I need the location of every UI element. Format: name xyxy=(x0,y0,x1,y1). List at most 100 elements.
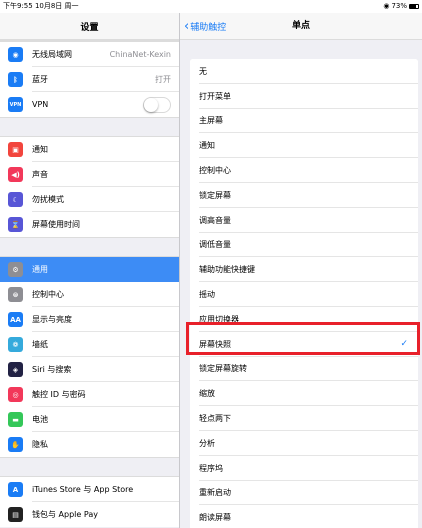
app-store-icon: A xyxy=(8,482,23,497)
action-option[interactable]: 调低音量 xyxy=(190,232,418,258)
sidebar-item-label: 屏幕使用时间 xyxy=(32,220,80,229)
sidebar-item[interactable]: ◀) 声音 xyxy=(0,162,179,187)
action-option[interactable]: 重新启动 xyxy=(190,480,418,506)
settings-title: 设置 xyxy=(0,13,179,40)
action-option-label: 控制中心 xyxy=(199,166,231,176)
back-button[interactable]: ‹ 辅助触控 xyxy=(184,13,226,40)
sidebar-item[interactable]: ◉ 无线局域网 ChinaNet-Kexin xyxy=(0,42,179,67)
battery-percent: 73% xyxy=(391,2,407,10)
sidebar-item[interactable]: ✋ 隐私 xyxy=(0,432,179,457)
sidebar-item[interactable]: AiTunes Store 与 App Store xyxy=(0,477,179,502)
sidebar-item-label: 隐私 xyxy=(32,440,48,449)
sidebar-item[interactable]: ◎ 触控 ID 与密码 xyxy=(0,382,179,407)
action-option[interactable]: 分析 xyxy=(190,430,418,456)
action-option[interactable]: 调高音量 xyxy=(190,207,418,233)
action-option-label: 应用切换器 xyxy=(199,314,239,324)
action-option-label: 轻点两下 xyxy=(199,414,231,424)
group-gap xyxy=(0,457,179,477)
sidebar-item-label: 声音 xyxy=(32,170,48,179)
action-option[interactable]: 轻点两下 xyxy=(190,406,418,431)
privacy-icon: ✋ xyxy=(8,437,23,452)
action-option[interactable]: 摇动 xyxy=(190,282,418,307)
action-list: 无打开菜单主屏幕通知控制中心锁定屏幕调高音量调低音量辅助功能快捷键摇动应用切换器… xyxy=(190,59,418,528)
settings-group: ⚙ 通用 ⊜ 控制中心 AA 显示与亮度 ❁ 墙纸 ◈ Siri 与搜索 ◎ 触控 ID 与密码 ▬ 电池… xyxy=(0,257,179,457)
sidebar-item-label: iTunes Store 与 App Store xyxy=(32,485,134,494)
wifi-status-icon: ◉ xyxy=(383,2,390,10)
action-option[interactable]: 屏幕快照 ✓ xyxy=(190,331,418,357)
action-option[interactable]: 无 xyxy=(190,59,418,84)
general-icon: ⚙ xyxy=(8,262,23,277)
action-option-label: 朗读屏幕 xyxy=(199,513,231,523)
settings-sidebar: 设置 ◉ 无线局域网 ChinaNet-Kexin ᛒ 蓝牙 打开 VPN VPN ▣ 通知 ◀) 声… xyxy=(0,13,179,528)
sidebar-item[interactable]: ☾ 勿扰模式 xyxy=(0,187,179,212)
sidebar-item-value: 打开 xyxy=(155,75,171,84)
action-option-label: 缩放 xyxy=(199,389,215,399)
sidebar-item-label: 触控 ID 与密码 xyxy=(32,390,86,399)
action-option[interactable]: 打开菜单 xyxy=(190,83,418,109)
group-gap xyxy=(0,237,179,257)
action-option[interactable]: 辅助功能快捷键 xyxy=(190,257,418,283)
status-right: ◉ 73% xyxy=(383,0,419,13)
wallet-icon: ▤ xyxy=(8,507,23,522)
sidebar-item[interactable]: AA 显示与亮度 xyxy=(0,307,179,332)
nav-bar: ‹ 辅助触控 单点 xyxy=(180,13,422,40)
group-gap xyxy=(0,117,179,137)
action-option[interactable]: 锁定屏幕旋转 xyxy=(190,356,418,382)
action-option-label: 程序坞 xyxy=(199,463,223,473)
action-option-label: 辅助功能快捷键 xyxy=(199,265,255,275)
touch-id-icon: ◎ xyxy=(8,387,23,402)
sidebar-item-label: VPN xyxy=(32,100,49,109)
action-option-label: 屏幕快照 xyxy=(199,339,231,349)
notifications-icon: ▣ xyxy=(8,142,23,157)
action-option[interactable]: 程序坞 xyxy=(190,455,418,481)
sidebar-item-label: 无线局域网 xyxy=(32,50,72,59)
status-bar: 下午9:55 10月8日 周一 ◉ 73% xyxy=(0,0,422,13)
action-option-label: 分析 xyxy=(199,438,215,448)
settings-group: ◉ 无线局域网 ChinaNet-Kexin ᛒ 蓝牙 打开 VPN VPN xyxy=(0,42,179,117)
vpn-toggle[interactable] xyxy=(143,96,171,113)
sidebar-item-label: 电池 xyxy=(32,415,48,424)
sidebar-item[interactable]: ▤ 钱包与 Apple Pay xyxy=(0,502,179,527)
sidebar-item[interactable]: VPN VPN xyxy=(0,92,179,117)
wallpaper-icon: ❁ xyxy=(8,337,23,352)
do-not-disturb-icon: ☾ xyxy=(8,192,23,207)
action-option-label: 调高音量 xyxy=(199,215,231,225)
siri-icon: ◈ xyxy=(8,362,23,377)
sidebar-item[interactable]: ▣ 通知 xyxy=(0,137,179,162)
chevron-left-icon: ‹ xyxy=(184,19,190,34)
action-option-label: 主屏幕 xyxy=(199,116,223,126)
settings-group: ▣ 通知 ◀) 声音 ☾ 勿扰模式 ⌛ 屏幕使用时间 xyxy=(0,137,179,237)
sidebar-item-label: 通知 xyxy=(32,145,48,154)
action-option[interactable]: 朗读屏幕 xyxy=(190,505,418,528)
sidebar-item[interactable]: ᛒ 蓝牙 打开 xyxy=(0,67,179,92)
sidebar-item[interactable]: ▬ 电池 xyxy=(0,407,179,432)
battery-icon: ▬ xyxy=(8,412,23,427)
settings-list: ◉ 无线局域网 ChinaNet-Kexin ᛒ 蓝牙 打开 VPN VPN ▣ 通知 ◀) 声音 ☾ 勿… xyxy=(0,40,179,527)
action-option-label: 通知 xyxy=(199,141,215,151)
action-option[interactable]: 应用切换器 xyxy=(190,306,418,332)
action-option-label: 无 xyxy=(199,66,207,76)
screen-time-icon: ⌛ xyxy=(8,217,23,232)
sidebar-item[interactable]: ◈ Siri 与搜索 xyxy=(0,357,179,382)
sidebar-item[interactable]: ⚙ 通用 xyxy=(0,257,179,282)
sidebar-item-label: 蓝牙 xyxy=(32,75,48,84)
action-option-label: 打开菜单 xyxy=(199,91,231,101)
sidebar-item-label: Siri 与搜索 xyxy=(32,365,72,374)
action-option[interactable]: 锁定屏幕 xyxy=(190,182,418,208)
sidebar-item-label: 通用 xyxy=(32,265,48,274)
action-option-label: 调低音量 xyxy=(199,240,231,250)
sidebar-item[interactable]: ❁ 墙纸 xyxy=(0,332,179,357)
action-option[interactable]: 控制中心 xyxy=(190,158,418,183)
sidebar-item-label: 显示与亮度 xyxy=(32,315,72,324)
sidebar-item-label: 勿扰模式 xyxy=(32,195,64,204)
sidebar-item[interactable]: ⊜ 控制中心 xyxy=(0,282,179,307)
sidebar-item-value: ChinaNet-Kexin xyxy=(109,50,171,59)
action-option[interactable]: 通知 xyxy=(190,133,418,159)
sidebar-item-label: 墙纸 xyxy=(32,340,48,349)
action-option-label: 锁定屏幕 xyxy=(199,190,231,200)
display-icon: AA xyxy=(8,312,23,327)
action-option[interactable]: 缩放 xyxy=(190,381,418,407)
sound-icon: ◀) xyxy=(8,167,23,182)
action-option[interactable]: 主屏幕 xyxy=(190,108,418,134)
sidebar-item[interactable]: ⌛ 屏幕使用时间 xyxy=(0,212,179,237)
